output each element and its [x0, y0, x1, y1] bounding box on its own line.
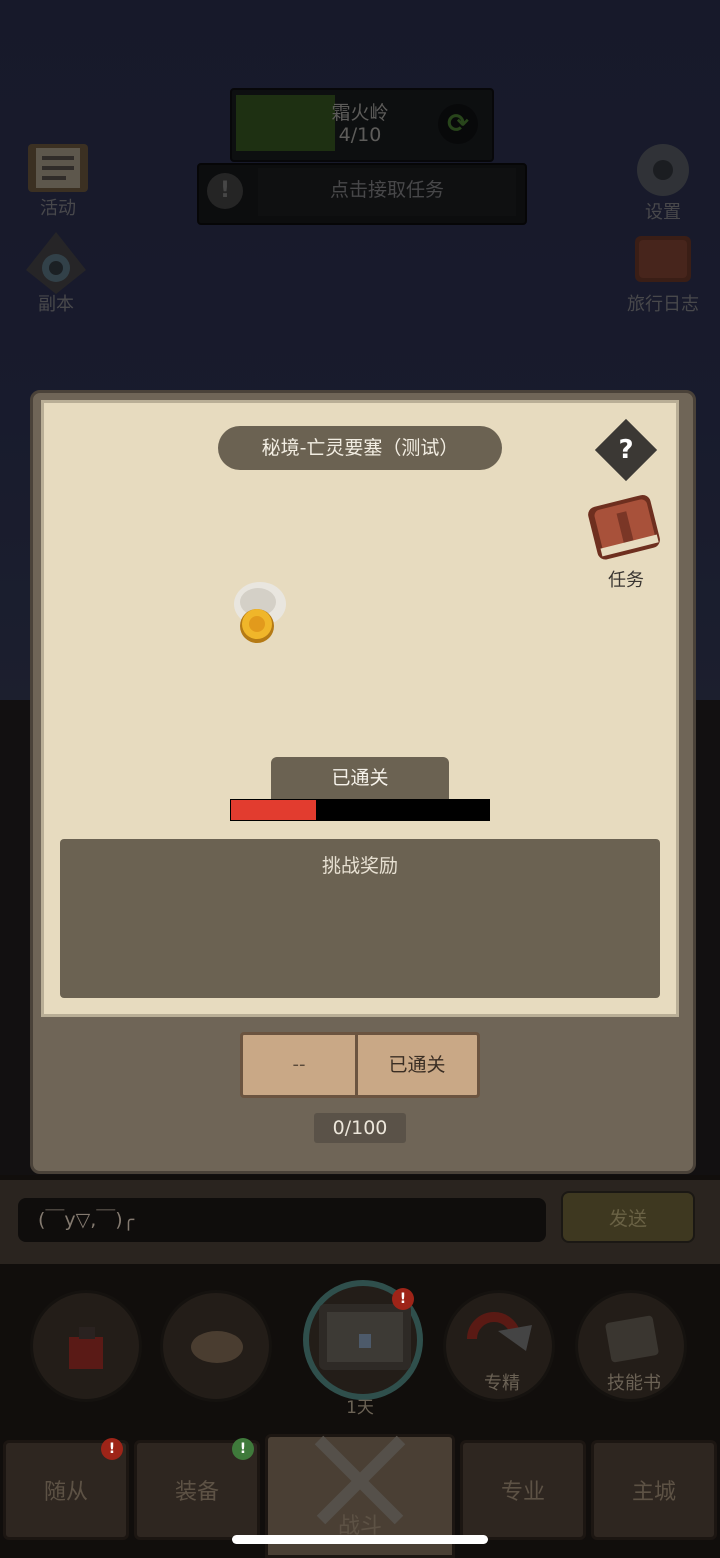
previous-stage-button[interactable]: --: [243, 1036, 355, 1094]
equipment-alert-badge: !: [232, 1438, 254, 1460]
help-icon[interactable]: ?: [604, 428, 648, 472]
specialization-icon: [467, 1312, 532, 1351]
potion-icon: [69, 1327, 103, 1369]
attempt-counter: 0/100: [314, 1113, 406, 1143]
followers-alert-badge: !: [101, 1438, 123, 1460]
skillbook-slot[interactable]: 技能书: [575, 1290, 687, 1402]
chest-alert-badge: !: [392, 1288, 414, 1310]
potion-slot[interactable]: [30, 1290, 142, 1402]
home-indicator[interactable]: [232, 1535, 488, 1544]
chest-timer: 1天: [346, 1398, 374, 1418]
specialization-slot[interactable]: 专精: [443, 1290, 555, 1402]
send-button[interactable]: 发送: [561, 1191, 695, 1243]
skillbook-label: 技能书: [607, 1373, 661, 1394]
skillbook-icon: [605, 1315, 659, 1363]
task-book-icon[interactable]: [586, 490, 664, 566]
tab-profession[interactable]: 专业: [460, 1440, 586, 1540]
bread-icon: [191, 1331, 243, 1363]
food-slot[interactable]: [160, 1290, 272, 1402]
specialization-label: 专精: [484, 1373, 520, 1394]
cleared-stage-button[interactable]: 已通关: [358, 1036, 476, 1094]
cleared-status: 已通关: [271, 757, 449, 799]
chat-input[interactable]: (￣y▽,￣)╭: [18, 1198, 546, 1242]
modal-title: 秘境-亡灵要塞（测试）: [218, 426, 502, 470]
reward-title: 挑战奖励: [321, 855, 398, 877]
tab-main-city[interactable]: 主城: [591, 1440, 717, 1540]
coin-pouch-icon: [234, 582, 286, 643]
task-label[interactable]: 任务: [596, 566, 656, 592]
boss-hp-fill: [231, 800, 316, 820]
